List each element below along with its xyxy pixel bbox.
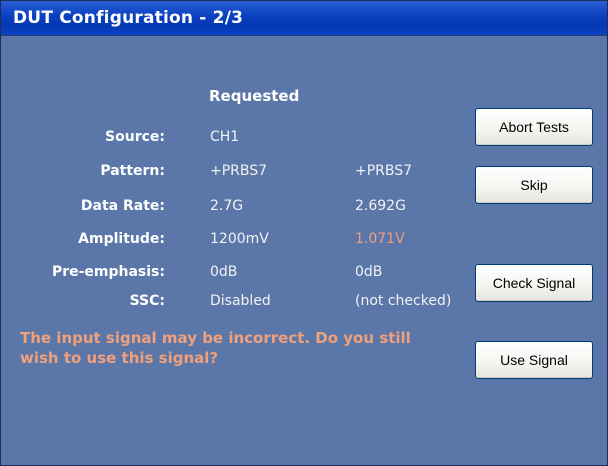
pattern-label: Pattern: xyxy=(100,163,165,179)
use-signal-button[interactable]: Use Signal xyxy=(475,341,593,379)
ssc-measured-value: (not checked) xyxy=(355,293,452,309)
amplitude-measured-value: 1.071V xyxy=(355,231,405,247)
dut-configuration-dialog: DUT Configuration - 2/3 Requested Source… xyxy=(0,0,608,466)
amplitude-requested-value: 1200mV xyxy=(210,231,269,247)
abort-tests-button[interactable]: Abort Tests xyxy=(475,108,593,146)
ssc-requested-value: Disabled xyxy=(210,293,271,309)
data-rate-requested-value: 2.7G xyxy=(210,198,244,214)
pre-emphasis-requested-value: 0dB xyxy=(210,264,238,280)
window-title: DUT Configuration - 2/3 xyxy=(13,8,244,28)
data-rate-measured-value: 2.692G xyxy=(355,198,406,214)
dialog-body: Requested Source: CH1 Pattern: +PRBS7 +P… xyxy=(1,36,607,465)
skip-button[interactable]: Skip xyxy=(475,166,593,204)
data-rate-label: Data Rate: xyxy=(80,198,165,214)
pattern-measured-value: +PRBS7 xyxy=(355,163,413,179)
source-requested-value: CH1 xyxy=(210,129,240,145)
check-signal-button[interactable]: Check Signal xyxy=(475,264,593,302)
title-bar[interactable]: DUT Configuration - 2/3 xyxy=(1,1,607,36)
ssc-label: SSC: xyxy=(129,293,165,309)
pre-emphasis-label: Pre-emphasis: xyxy=(51,264,165,280)
amplitude-label: Amplitude: xyxy=(78,231,165,247)
warning-message: The input signal may be incorrect. Do yo… xyxy=(20,329,411,367)
pre-emphasis-measured-value: 0dB xyxy=(355,264,383,280)
source-label: Source: xyxy=(105,129,165,145)
pattern-requested-value: +PRBS7 xyxy=(210,163,268,179)
requested-column-header: Requested xyxy=(209,87,300,105)
